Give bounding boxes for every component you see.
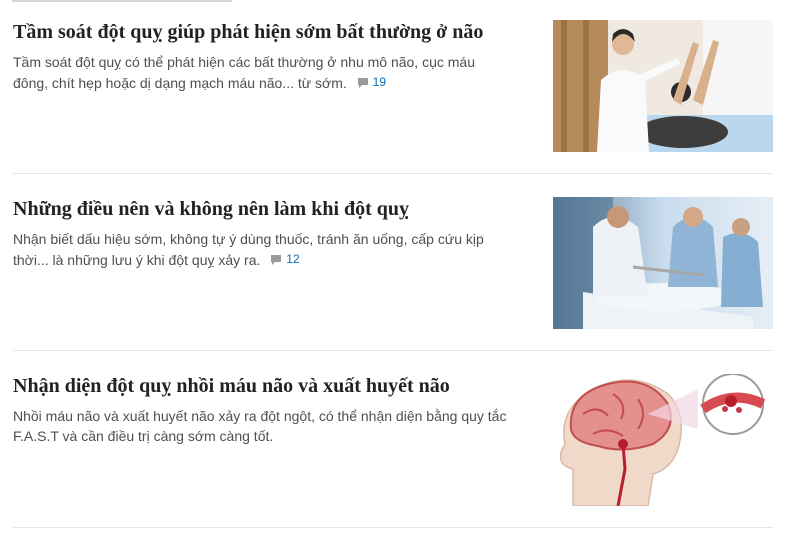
article-description: Nhận biết dấu hiệu sớm, không tự ý dùng … (13, 229, 513, 270)
brain-hemorrhage-illustration (553, 374, 773, 506)
comment-count[interactable]: 12 (286, 249, 299, 269)
top-tab-indicator (12, 0, 232, 2)
comment-count-link[interactable]: 12 (270, 249, 300, 269)
article-description-text: Nhồi máu não và xuất huyết não xảy ra độ… (13, 408, 507, 444)
article-thumbnail[interactable] (553, 197, 773, 329)
divider (13, 173, 773, 174)
article-description-text: Nhận biết dấu hiệu sớm, không tự ý dùng … (13, 231, 484, 268)
divider (13, 527, 773, 528)
article-description: Tầm soát đột quỵ có thể phát hiện các bấ… (13, 52, 513, 93)
divider (13, 350, 773, 351)
article-title[interactable]: Nhận diện đột quỵ nhồi máu não và xuất h… (13, 374, 533, 398)
article-thumbnail[interactable] (553, 374, 773, 506)
article-title[interactable]: Tầm soát đột quỵ giúp phát hiện sớm bất … (13, 20, 533, 44)
article-title[interactable]: Những điều nên và không nên làm khi đột … (13, 197, 533, 221)
emergency-stretcher-photo (553, 197, 773, 329)
article-item[interactable]: Tầm soát đột quỵ giúp phát hiện sớm bất … (13, 20, 773, 155)
article-description: Nhồi máu não và xuất huyết não xảy ra độ… (13, 406, 513, 446)
article-description-text: Tầm soát đột quỵ có thể phát hiện các bấ… (13, 54, 475, 91)
article-item[interactable]: Những điều nên và không nên làm khi đột … (13, 197, 773, 332)
comment-count-link[interactable]: 19 (357, 72, 386, 92)
article-thumbnail[interactable] (553, 20, 773, 152)
doctor-patient-mri-photo (553, 20, 773, 152)
comment-icon (357, 78, 368, 88)
comment-count[interactable]: 19 (373, 72, 386, 92)
comment-icon (271, 255, 282, 265)
article-item[interactable]: Nhận diện đột quỵ nhồi máu não và xuất h… (13, 374, 773, 509)
